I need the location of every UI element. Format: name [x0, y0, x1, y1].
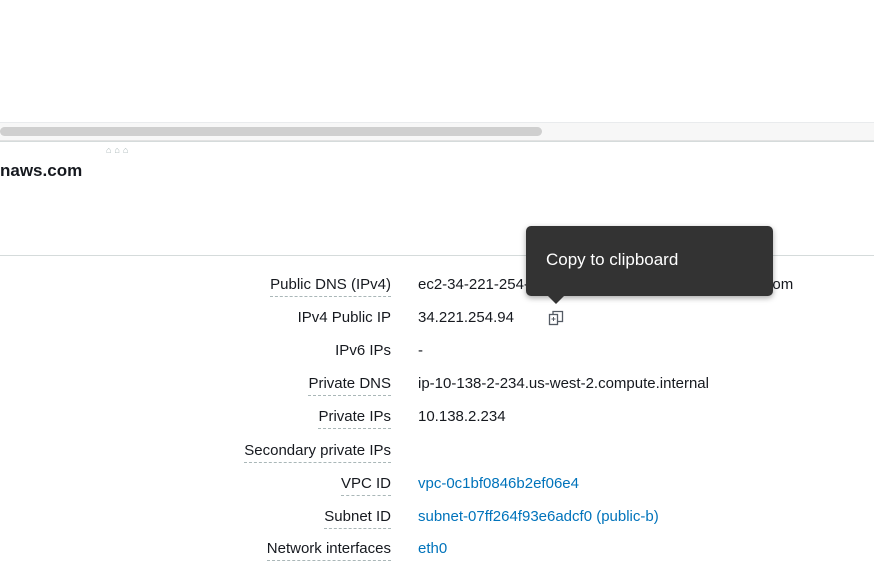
- detail-label: Subnet ID: [324, 508, 391, 529]
- scrollbar-thumb[interactable]: [0, 127, 542, 136]
- copy-tooltip: Copy to clipboard: [526, 226, 773, 304]
- instance-title: naws.com: [0, 161, 83, 180]
- detail-value: 10.138.2.234: [418, 408, 506, 425]
- subnet-id-link[interactable]: subnet-07ff264f93e6adcf0 (public-b): [418, 508, 659, 526]
- network-interface-link[interactable]: eth0: [418, 540, 447, 558]
- detail-value: ip-10-138-2-234.us-west-2.compute.intern…: [418, 375, 709, 392]
- detail-label: Secondary private IPs: [244, 442, 391, 463]
- detail-value: 34.221.254.94: [418, 309, 514, 326]
- tooltip-arrow: [548, 296, 564, 304]
- detail-label: Network interfaces: [266, 540, 391, 561]
- detail-row-private-ips: Private IPs 10.138.2.234: [0, 406, 874, 434]
- detail-label: IPv6 IPs: [335, 342, 391, 359]
- detail-row-secondary-private-ips: Secondary private IPs: [0, 440, 874, 468]
- detail-row-ipv6-ips: IPv6 IPs -: [0, 340, 874, 368]
- detail-label: VPC ID: [340, 475, 391, 496]
- detail-label: IPv4 Public IP: [297, 309, 391, 326]
- detail-value: -: [418, 342, 423, 359]
- detail-row-vpc-id: VPC ID vpc-0c1bf0846b2ef06e4: [0, 473, 874, 501]
- vpc-id-link[interactable]: vpc-0c1bf0846b2ef06e4: [418, 475, 579, 493]
- panel-divider: [0, 141, 874, 142]
- drag-handle-icon[interactable]: ⌂⌂⌂: [106, 145, 131, 155]
- detail-row-subnet-id: Subnet ID subnet-07ff264f93e6adcf0 (publ…: [0, 506, 874, 534]
- detail-label: Private IPs: [318, 408, 391, 429]
- detail-row-private-dns: Private DNS ip-10-138-2-234.us-west-2.co…: [0, 373, 874, 401]
- detail-row-network-interfaces: Network interfaces eth0: [0, 538, 874, 566]
- detail-label: Private DNS: [308, 375, 391, 396]
- horizontal-scrollbar[interactable]: [0, 122, 874, 141]
- copy-icon[interactable]: [548, 310, 564, 326]
- tooltip-text: Copy to clipboard: [546, 250, 679, 269]
- detail-row-ipv4-public-ip: IPv4 Public IP 34.221.254.94: [0, 307, 874, 335]
- detail-label: Public DNS (IPv4): [270, 276, 391, 297]
